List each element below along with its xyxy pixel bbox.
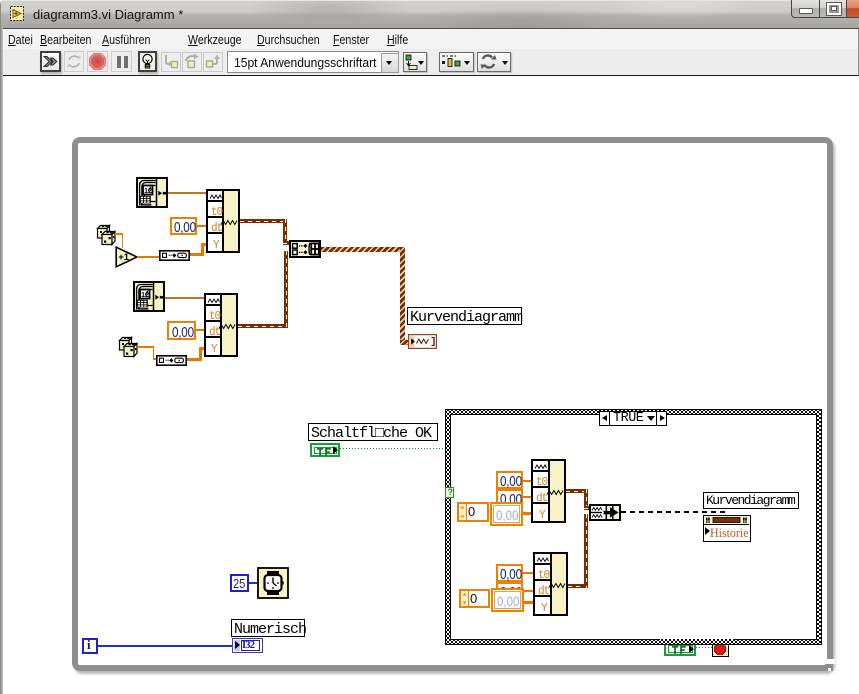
svg-text:+1: +1 — [118, 252, 130, 263]
